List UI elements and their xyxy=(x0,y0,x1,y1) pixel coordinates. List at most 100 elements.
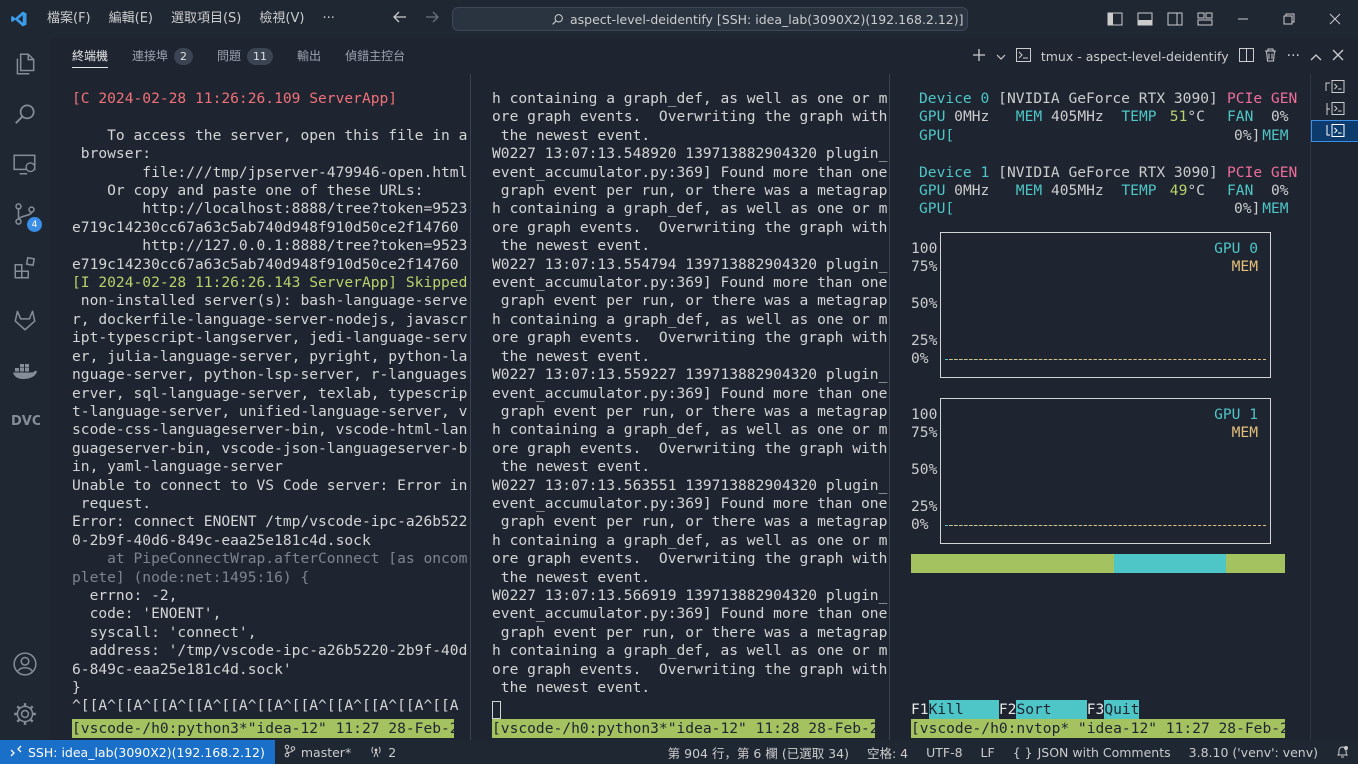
mem-clock-value: 405MHz xyxy=(1042,108,1104,126)
command-center[interactable]: aspect-level-deidentify [SSH: idea_lab(3… xyxy=(452,7,968,31)
terminal-line: ore graph events. Overwriting the graph … xyxy=(492,218,888,236)
source-control-icon[interactable]: 4 xyxy=(0,190,50,238)
docker-icon[interactable] xyxy=(0,346,50,394)
trash-icon[interactable] xyxy=(1264,48,1277,65)
tab-debug-console[interactable]: 偵錯主控台 xyxy=(333,38,417,74)
remote-icon xyxy=(10,745,22,760)
branch-indicator[interactable]: master* xyxy=(275,744,360,761)
terminal-line: To access the server, open this file in … xyxy=(72,126,468,144)
mem-clock-label: MEM xyxy=(1015,108,1043,126)
svg-text:DVC: DVC xyxy=(11,414,40,429)
toggle-panel-icon[interactable] xyxy=(1130,0,1160,38)
graph-tick-label: 25% xyxy=(911,332,938,349)
device-name: [NVIDIA GeForce RTX 3090] xyxy=(989,163,1227,181)
menu-edit[interactable]: 編輯(E) xyxy=(100,0,162,38)
pane-divider[interactable] xyxy=(889,74,890,740)
split-terminal-icon[interactable] xyxy=(1238,47,1254,65)
maximize-panel-icon[interactable] xyxy=(1310,49,1322,64)
terminal-line: er, julia-language-server, pyright, pyth… xyxy=(72,347,468,365)
tab-ports[interactable]: 連接埠 2 xyxy=(120,38,205,74)
terminal-line: ipt-typescript-langserver, jedi-language… xyxy=(72,329,468,347)
new-terminal-plus-icon[interactable] xyxy=(972,48,986,65)
terminal-line: browser: xyxy=(72,145,152,163)
tab-output[interactable]: 輸出 xyxy=(285,38,333,74)
tmux-pane-tensorboard[interactable]: h containing a graph_def, as well as one… xyxy=(492,90,888,697)
terminal-list-item[interactable] xyxy=(1311,98,1358,120)
fkey-f2[interactable]: F2 xyxy=(999,700,1017,719)
language-label: JSON with Comments xyxy=(1037,744,1171,760)
fkey-f3[interactable]: F3 xyxy=(1087,700,1105,719)
forward-arrow-icon[interactable] xyxy=(424,9,440,29)
tab-ports-label: 連接埠 xyxy=(132,49,169,63)
terminal-line: at PipeConnectWrap.afterConnect [as onco… xyxy=(72,550,468,568)
terminal-line: plete] (node:net:1495:16) { xyxy=(72,568,310,586)
close-window-icon[interactable] xyxy=(1312,0,1358,38)
toggle-secondary-sidebar-icon[interactable] xyxy=(1160,0,1190,38)
status-bar: SSH: idea_lab(3090X2)(192.168.2.12) mast… xyxy=(0,740,1358,764)
graph-legend-mem: MEM xyxy=(1231,424,1258,442)
extensions-icon[interactable] xyxy=(0,244,50,292)
back-arrow-icon[interactable] xyxy=(392,9,408,29)
end-of-line[interactable]: LF xyxy=(972,745,1004,760)
tmux-pane-jupyter[interactable]: [C 2024-02-28 11:26:26.109 ServerApp] To… xyxy=(72,90,468,716)
command-center-label: aspect-level-deidentify [SSH: idea_lab(3… xyxy=(570,11,964,27)
restore-icon[interactable] xyxy=(1266,0,1312,38)
tab-problems[interactable]: 問題 11 xyxy=(205,38,285,74)
terminal-list-item[interactable] xyxy=(1311,76,1358,98)
cursor-position[interactable]: 第 904 行，第 6 欄 (已選取 34) xyxy=(659,743,858,762)
language-mode[interactable]: { } JSON with Comments xyxy=(1004,745,1180,760)
tmux-status-pane1: [vscode-/h0:python3*"idea-12" 11:27 28-F… xyxy=(72,719,454,738)
terminal-line: http://127.0.0.1:8888/tree?token=9523 xyxy=(72,237,468,255)
terminal-line: r, dockerfile-language-server-nodejs, ja… xyxy=(72,310,468,328)
terminal-line: non-installed server(s): bash-language-s… xyxy=(72,292,468,310)
encoding[interactable]: UTF-8 xyxy=(917,745,971,760)
tab-terminal-label: 終端機 xyxy=(72,49,109,63)
menu-more[interactable]: ··· xyxy=(313,0,343,38)
account-icon[interactable] xyxy=(0,640,50,688)
gear-icon[interactable] xyxy=(0,690,50,738)
search-sidebar-icon[interactable] xyxy=(0,90,50,138)
terminal-area[interactable]: [C 2024-02-28 11:26:26.109 ServerApp] To… xyxy=(50,74,1350,740)
customize-layout-icon[interactable] xyxy=(1190,0,1220,38)
ellipsis-icon[interactable]: ··· xyxy=(1287,48,1300,64)
notifications-bell-icon[interactable] xyxy=(1327,745,1358,759)
dvc-icon[interactable]: DVC xyxy=(0,396,50,444)
gitlab-icon[interactable] xyxy=(0,296,50,344)
terminal-line: event_accumulator.py:369] Found more tha… xyxy=(492,605,888,623)
close-panel-icon[interactable] xyxy=(1332,49,1344,64)
toggle-primary-sidebar-icon[interactable] xyxy=(1100,0,1130,38)
menu-file[interactable]: 檔案(F) xyxy=(38,0,100,38)
remote-indicator[interactable]: SSH: idea_lab(3090X2)(192.168.2.12) xyxy=(0,740,275,764)
terminal-name[interactable]: tmux - aspect-level-deidentify xyxy=(1041,49,1229,64)
terminal-line: ore graph events. Overwriting the graph … xyxy=(492,329,888,347)
menu-view[interactable]: 檢視(V) xyxy=(250,0,313,38)
temp-unit: °C xyxy=(1187,182,1205,199)
remote-explorer-icon[interactable] xyxy=(0,140,50,188)
ports-indicator[interactable]: 2 xyxy=(360,744,405,761)
minimize-icon[interactable] xyxy=(1220,0,1266,38)
fkey-f1[interactable]: F1 xyxy=(911,700,929,719)
pane-divider[interactable] xyxy=(470,74,471,740)
terminal-line: in, yaml-language-server xyxy=(72,458,283,476)
terminal-list-item-active[interactable] xyxy=(1311,120,1358,142)
ports-count-badge: 2 xyxy=(174,47,194,65)
vscode-logo-icon xyxy=(0,0,38,38)
terminal-line: W0227 13:07:13.554794 139713882904320 pl… xyxy=(492,255,888,273)
fkey-f1-label[interactable]: Kill xyxy=(928,700,999,719)
tab-terminal[interactable]: 終端機 xyxy=(60,38,120,74)
gpu-clock-label: GPU xyxy=(919,182,946,199)
terminal-line: graph event per run, or there was a meta… xyxy=(492,513,888,531)
fan-value: 0% xyxy=(1271,108,1289,126)
temp-label: TEMP xyxy=(1121,108,1157,126)
python-interpreter[interactable]: 3.8.10 ('venv': venv) xyxy=(1180,745,1327,760)
fkey-f2-label[interactable]: Sort xyxy=(1016,700,1087,719)
broadcast-icon xyxy=(369,744,383,761)
terminal-icon xyxy=(1015,47,1031,65)
terminal-line: event_accumulator.py:369] Found more tha… xyxy=(492,384,888,402)
chevron-down-icon[interactable] xyxy=(996,49,1006,64)
terminal-line: file:///tmp/jpserver-479946-open.html xyxy=(72,163,468,181)
menu-selection[interactable]: 選取項目(S) xyxy=(162,0,250,38)
explorer-icon[interactable] xyxy=(0,40,50,88)
fkey-f3-label[interactable]: Quit xyxy=(1104,700,1140,719)
indentation[interactable]: 空格: 4 xyxy=(858,743,917,762)
